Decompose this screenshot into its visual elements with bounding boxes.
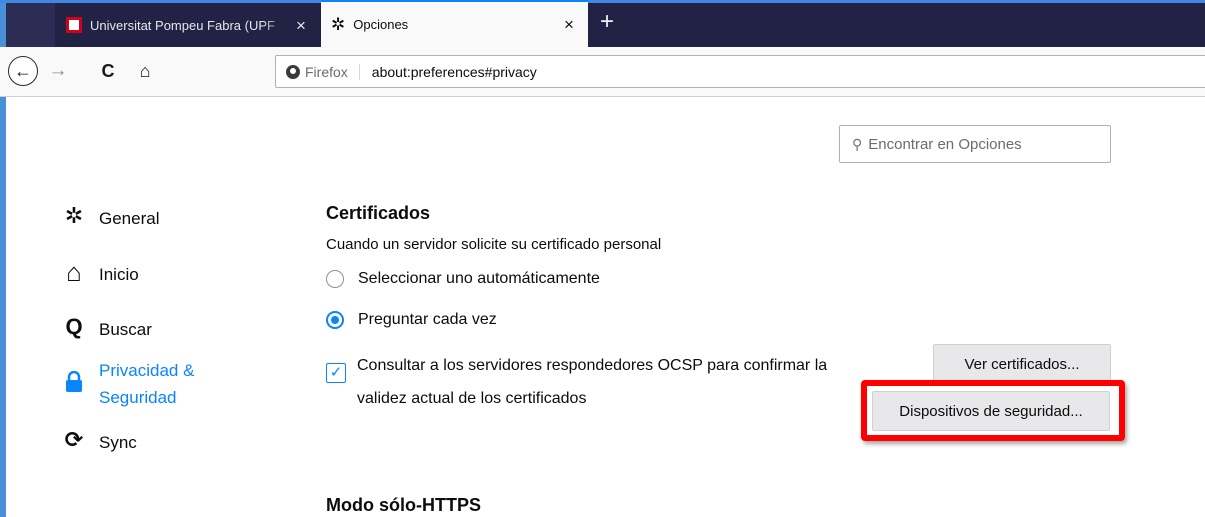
- radio-label: Preguntar cada vez: [358, 311, 497, 328]
- radio-button[interactable]: [326, 311, 344, 329]
- ocsp-label-line2: validez actual de los certificados: [357, 390, 587, 407]
- url-text[interactable]: about:preferences#privacy: [372, 64, 537, 80]
- upf-logo-icon: [66, 17, 82, 33]
- forward-button[interactable]: →: [45, 56, 71, 86]
- https-only-heading: Modo sólo-HTTPS: [326, 495, 481, 515]
- sidebar-item-sync[interactable]: ⟳ Sync: [60, 429, 137, 456]
- sync-icon: ⟳: [64, 427, 84, 452]
- home-button[interactable]: ⌂: [132, 56, 158, 86]
- search-placeholder: Encontrar en Opciones: [868, 135, 1022, 153]
- sidebar-item-label: General: [99, 209, 160, 228]
- search-input[interactable]: ⚲ Encontrar en Opciones: [839, 125, 1111, 163]
- search-icon: ⚲: [852, 135, 863, 152]
- tab-upf[interactable]: Universitat Pompeu Fabra (UPF ×: [56, 3, 320, 47]
- view-certificates-button[interactable]: Ver certificados...: [933, 344, 1111, 384]
- radio-auto-select[interactable]: Seleccionar uno automáticamente: [326, 270, 600, 288]
- firefox-icon: [286, 64, 300, 79]
- search-icon: Q: [65, 314, 83, 339]
- sidebar-item-label: Sync: [99, 433, 137, 452]
- gear-icon: ✲: [64, 203, 84, 228]
- sidebar-item-inicio[interactable]: ⌂ Inicio: [60, 257, 139, 288]
- back-button[interactable]: ←: [8, 56, 38, 86]
- sidebar-item-general[interactable]: ✲ General: [60, 203, 160, 232]
- sidebar-item-label: Buscar: [99, 320, 152, 339]
- ocsp-label-line1: Consultar a los servidores respondedores…: [357, 357, 828, 374]
- sidebar-item-privacidad[interactable]: Privacidad & Seguridad: [60, 357, 194, 411]
- sidebar-item-label: Privacidad & Seguridad: [99, 357, 194, 411]
- home-icon: ⌂: [66, 257, 82, 287]
- ocsp-label: Consultar a los servidores respondedores…: [357, 349, 877, 415]
- certificates-heading: Certificados: [326, 203, 431, 223]
- tabstrip-left-pad: [0, 3, 55, 47]
- sidebar-item-buscar[interactable]: Q Buscar: [60, 314, 152, 343]
- identity-label: Firefox: [305, 63, 360, 80]
- new-tab-button[interactable]: +: [594, 7, 620, 37]
- close-icon[interactable]: ×: [292, 17, 310, 34]
- url-bar[interactable]: Firefox about:preferences#privacy: [275, 55, 1205, 88]
- lock-icon: [60, 370, 88, 397]
- close-icon[interactable]: ×: [560, 16, 578, 33]
- sidebar-item-label: Inicio: [99, 265, 139, 284]
- ocsp-checkbox[interactable]: ✓: [326, 363, 346, 383]
- tab-strip: Universitat Pompeu Fabra (UPF × ✲ Opcion…: [0, 0, 1205, 47]
- radio-ask-every-time[interactable]: Preguntar cada vez: [326, 311, 497, 329]
- gear-icon: ✲: [331, 15, 346, 34]
- navigation-toolbar: ← → C ⌂ Firefox about:preferences#privac…: [0, 47, 1205, 97]
- highlight-annotation: [861, 380, 1125, 441]
- tab-title: Opciones: [353, 17, 409, 32]
- certificates-description: Cuando un servidor solicite su certifica…: [326, 236, 662, 253]
- radio-button[interactable]: [326, 270, 344, 288]
- tab-title: Universitat Pompeu Fabra (UPF: [90, 17, 275, 33]
- radio-label: Seleccionar uno automáticamente: [358, 270, 600, 287]
- reload-button[interactable]: C: [95, 56, 121, 86]
- tab-opciones[interactable]: ✲ Opciones ×: [321, 0, 588, 47]
- label-line2: Seguridad: [99, 388, 177, 407]
- label-line1: Privacidad &: [99, 361, 195, 380]
